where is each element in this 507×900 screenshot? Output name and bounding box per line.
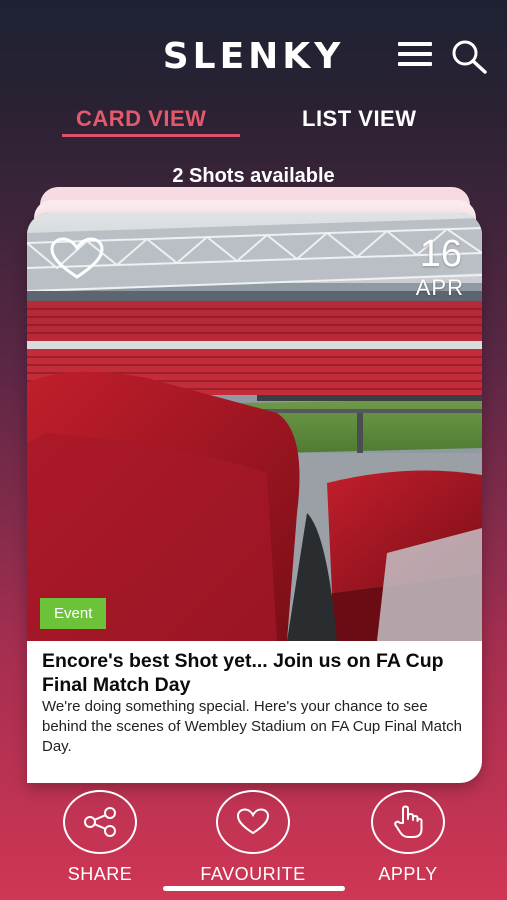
apply-button[interactable]: APPLY xyxy=(348,790,468,885)
event-date-month: APR xyxy=(415,275,464,300)
share-icon xyxy=(84,807,116,837)
hand-pointer-icon xyxy=(394,805,423,838)
share-circle[interactable] xyxy=(63,790,137,854)
home-indicator[interactable] xyxy=(163,886,345,891)
favourite-circle[interactable] xyxy=(216,790,290,854)
share-label: SHARE xyxy=(67,864,133,884)
heart-icon xyxy=(236,808,270,835)
shots-available-count: 2 Shots available xyxy=(172,165,335,187)
favourite-button[interactable]: FAVOURITE xyxy=(193,790,313,885)
tab-list-view[interactable]: LIST VIEW xyxy=(302,106,417,132)
tab-card-view[interactable]: CARD VIEW xyxy=(76,106,206,132)
event-date-day: 16 xyxy=(419,233,462,275)
card-description: We're doing something special. Here's yo… xyxy=(42,698,462,755)
action-bar: SHARE FAVOURITE APPLY xyxy=(0,790,507,900)
favourite-label: FAVOURITE xyxy=(200,864,306,884)
card-title: Encore's best Shot yet... Join us on FA … xyxy=(42,650,444,696)
active-tab-indicator xyxy=(62,134,240,137)
category-badge: Event xyxy=(40,598,107,629)
favourite-heart-icon[interactable] xyxy=(49,237,105,281)
shot-card[interactable]: 16 APR Event Encore's best Shot yet... J… xyxy=(27,213,482,783)
app-header: SLENKY xyxy=(0,0,507,100)
apply-circle[interactable] xyxy=(371,790,445,854)
search-icon[interactable] xyxy=(450,38,488,74)
apply-label: APPLY xyxy=(378,864,438,884)
hamburger-menu-icon[interactable] xyxy=(398,42,432,68)
share-button[interactable]: SHARE xyxy=(40,790,160,885)
